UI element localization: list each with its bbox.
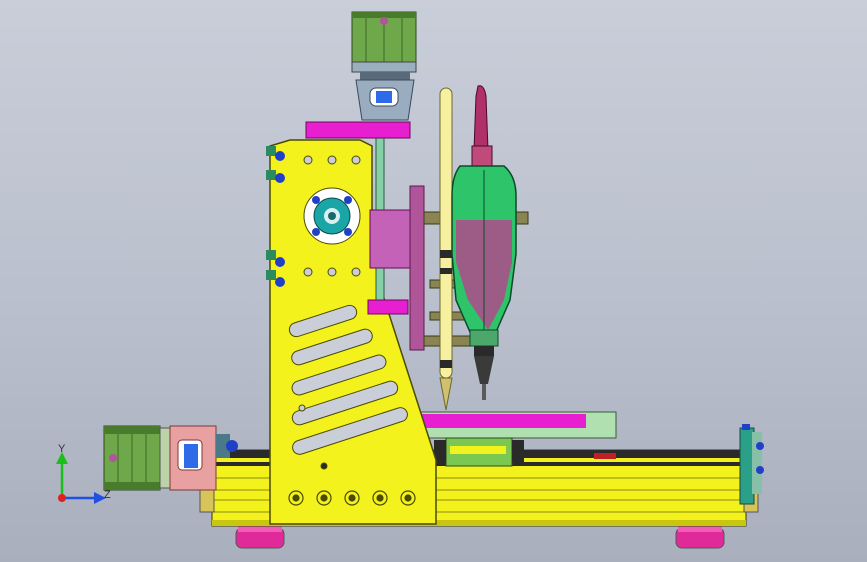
z-axis-label: Z [104,489,111,501]
left-end-cap [199,487,215,513]
z-slider-block [369,209,417,269]
rotary-tool [451,85,517,400]
feet [235,526,725,549]
axis-triad: Y Z [56,443,111,504]
probe-pen [439,87,453,411]
x-axis-dot [58,494,66,502]
y-axis-label: Y [58,443,66,455]
rail-stop [594,453,616,459]
right-foot-top [678,526,722,532]
cnc-machine-model: Y Z [56,11,764,549]
lead-screw-bearing [303,187,361,245]
z-bottom-bracket [367,299,409,315]
tool-bit [482,384,486,400]
tool-cable [473,85,489,151]
z-top-bracket [305,121,411,139]
right-end-plate [739,424,764,505]
spindle-mount-plate [409,185,425,351]
tool-chuck [474,356,494,384]
left-foot-top [238,526,282,532]
cad-viewport[interactable]: Y Z [0,0,867,562]
z-stepper-motor [351,11,417,121]
